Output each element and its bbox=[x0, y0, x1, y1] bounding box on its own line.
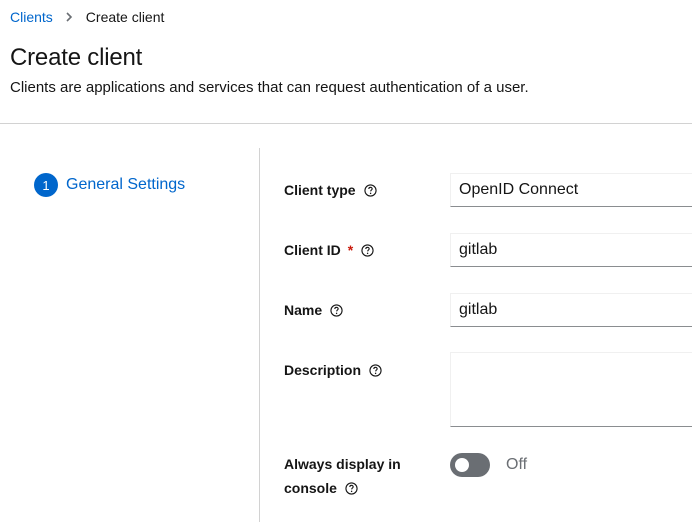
name-input[interactable]: gitlab bbox=[450, 293, 692, 327]
chevron-right-icon bbox=[62, 10, 76, 24]
create-client-page: Clients Create client Create client Clie… bbox=[0, 0, 692, 522]
page-subtitle: Clients are applications and services th… bbox=[10, 79, 529, 96]
help-icon[interactable] bbox=[363, 183, 377, 197]
page-title: Create client bbox=[10, 44, 143, 71]
name-label: Name bbox=[284, 302, 343, 318]
client-type-select[interactable]: OpenID Connect bbox=[450, 173, 692, 207]
client-id-input[interactable]: gitlab bbox=[450, 233, 692, 267]
always-display-label-line2-row: console bbox=[284, 476, 401, 500]
header-divider bbox=[0, 123, 692, 124]
breadcrumb-clients-link[interactable]: Clients bbox=[10, 9, 53, 25]
always-display-label-line2: console bbox=[284, 480, 337, 496]
description-label-text: Description bbox=[284, 362, 362, 378]
description-textarea[interactable] bbox=[450, 352, 692, 427]
always-display-label-line1: Always display in bbox=[284, 456, 401, 472]
help-icon[interactable] bbox=[330, 303, 343, 317]
help-icon[interactable] bbox=[361, 243, 374, 257]
required-asterisk: * bbox=[347, 242, 354, 258]
client-id-label: Client ID * bbox=[284, 242, 374, 258]
always-display-label: Always display in console bbox=[284, 452, 401, 500]
breadcrumb: Clients Create client bbox=[10, 9, 164, 25]
breadcrumb-current: Create client bbox=[85, 9, 165, 25]
step-number-badge: 1 bbox=[34, 173, 58, 197]
client-type-label-text: Client type bbox=[284, 182, 356, 198]
help-icon[interactable] bbox=[369, 363, 382, 377]
always-display-toggle[interactable] bbox=[450, 453, 490, 477]
description-label: Description bbox=[284, 362, 382, 378]
wizard-step-general-settings[interactable]: 1 General Settings bbox=[34, 173, 185, 197]
client-id-label-text: Client ID bbox=[284, 242, 341, 258]
client-type-label: Client type bbox=[284, 182, 377, 198]
name-label-text: Name bbox=[284, 302, 323, 318]
wizard-divider bbox=[259, 148, 260, 522]
toggle-knob bbox=[455, 458, 469, 472]
help-icon[interactable] bbox=[345, 481, 358, 495]
toggle-state-text: Off bbox=[506, 456, 528, 473]
step-label: General Settings bbox=[66, 176, 186, 193]
